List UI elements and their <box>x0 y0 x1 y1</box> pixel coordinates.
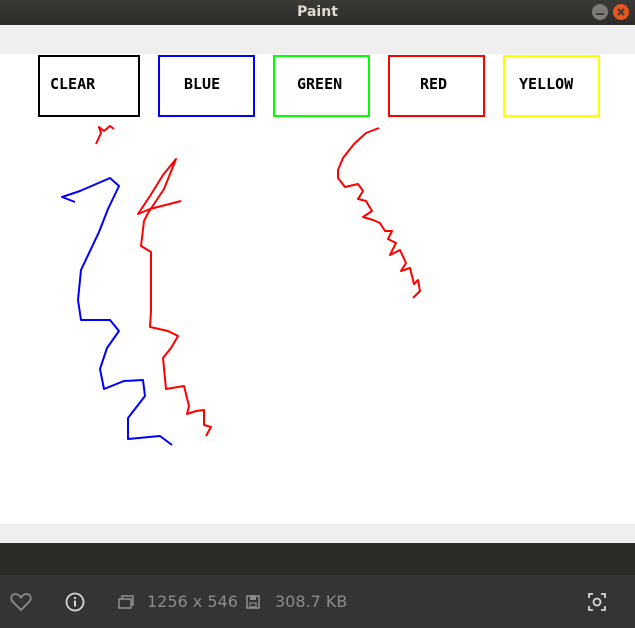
window-title: Paint <box>297 4 338 20</box>
yellow-button[interactable]: YELLOW <box>503 55 600 117</box>
window-titlebar: Paint <box>0 0 635 25</box>
favorite-button[interactable] <box>10 575 32 628</box>
screenshot-button[interactable] <box>587 575 607 628</box>
clear-button[interactable]: CLEAR <box>38 55 140 117</box>
minimize-icon <box>596 13 604 15</box>
image-dimensions: 1256 x 546 <box>147 592 238 611</box>
paint-canvas[interactable] <box>0 54 635 524</box>
toolbar-strip <box>0 25 635 54</box>
info-button[interactable] <box>65 575 85 628</box>
minimize-button[interactable] <box>592 4 608 20</box>
screenshot-icon <box>588 592 606 611</box>
blue-button[interactable]: BLUE <box>158 55 255 117</box>
heart-icon <box>10 592 32 611</box>
viewer-band <box>0 543 635 575</box>
dimensions-icon <box>118 594 134 609</box>
clear-button-label: CLEAR <box>50 75 96 93</box>
info-icon <box>65 592 85 611</box>
red-button[interactable]: RED <box>388 55 485 117</box>
canvas-bottom-strip <box>0 524 635 543</box>
close-icon <box>617 8 625 16</box>
yellow-button-label: YELLOW <box>519 75 574 93</box>
file-size-item: 308.7 KB <box>245 575 347 628</box>
file-size: 308.7 KB <box>275 592 348 611</box>
blue-button-label: BLUE <box>184 75 221 93</box>
red-button-label: RED <box>420 75 448 93</box>
green-button[interactable]: GREEN <box>273 55 370 117</box>
close-button[interactable] <box>613 4 629 20</box>
dimensions-item: 1256 x 546 <box>117 575 238 628</box>
green-button-label: GREEN <box>297 75 343 93</box>
image-viewer-statusbar: 1256 x 546 308.7 KB <box>0 575 635 628</box>
file-size-icon <box>246 594 260 609</box>
